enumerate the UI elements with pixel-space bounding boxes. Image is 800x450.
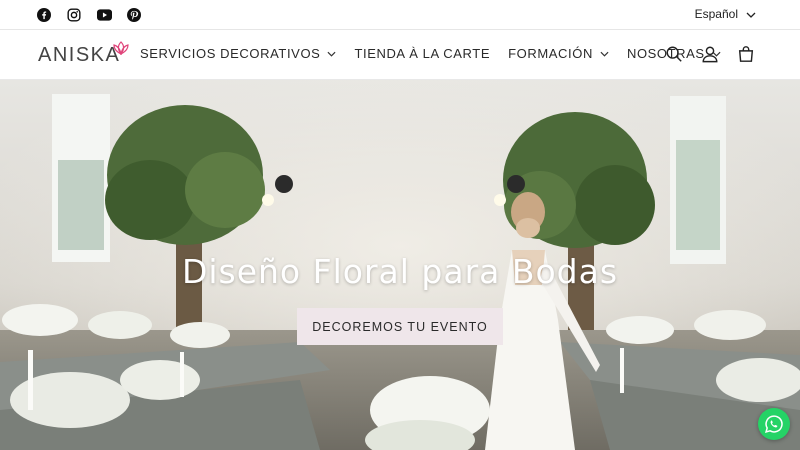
cart-icon[interactable]: [736, 44, 756, 64]
language-label: Español: [694, 7, 738, 21]
nav-servicios-decorativos[interactable]: SERVICIOS DECORATIVOS: [140, 46, 336, 61]
chevron-down-icon: [746, 7, 756, 21]
nav-label: SERVICIOS DECORATIVOS: [140, 46, 321, 61]
nav-tienda-a-la-carte[interactable]: TIENDA À LA CARTE: [354, 46, 490, 61]
whatsapp-button[interactable]: [758, 408, 790, 440]
language-selector[interactable]: Español: [695, 7, 756, 21]
logo-text: ANISKA: [38, 43, 121, 66]
hero-banner: Diseño Floral para Bodas DECOREMOS TU EV…: [0, 80, 800, 450]
main-nav: SERVICIOS DECORATIVOS TIENDA À LA CARTE …: [140, 46, 739, 61]
chevron-down-icon: [327, 51, 336, 57]
chevron-down-icon: [600, 51, 609, 57]
social-links: [36, 7, 142, 23]
flower-icon: [113, 41, 129, 55]
nav-label: TIENDA À LA CARTE: [354, 46, 491, 61]
pinterest-icon[interactable]: [126, 7, 142, 23]
account-icon[interactable]: [700, 44, 720, 64]
top-bar: Español: [0, 0, 800, 30]
site-header: ANISKA SERVICIOS DECORATIVOS TIENDA À LA…: [0, 30, 800, 80]
hero-title: Diseño Floral para Bodas: [181, 252, 619, 291]
whatsapp-icon: [765, 415, 783, 433]
nav-label: FORMACIÓN: [508, 46, 593, 61]
search-icon[interactable]: [664, 44, 684, 64]
header-actions: [664, 44, 756, 64]
youtube-icon[interactable]: [96, 7, 112, 23]
nav-formacion[interactable]: FORMACIÓN: [508, 46, 609, 61]
instagram-icon[interactable]: [66, 7, 82, 23]
logo[interactable]: ANISKA: [38, 41, 130, 68]
facebook-icon[interactable]: [36, 7, 52, 23]
cta-button[interactable]: DECOREMOS TU EVENTO: [297, 308, 503, 345]
